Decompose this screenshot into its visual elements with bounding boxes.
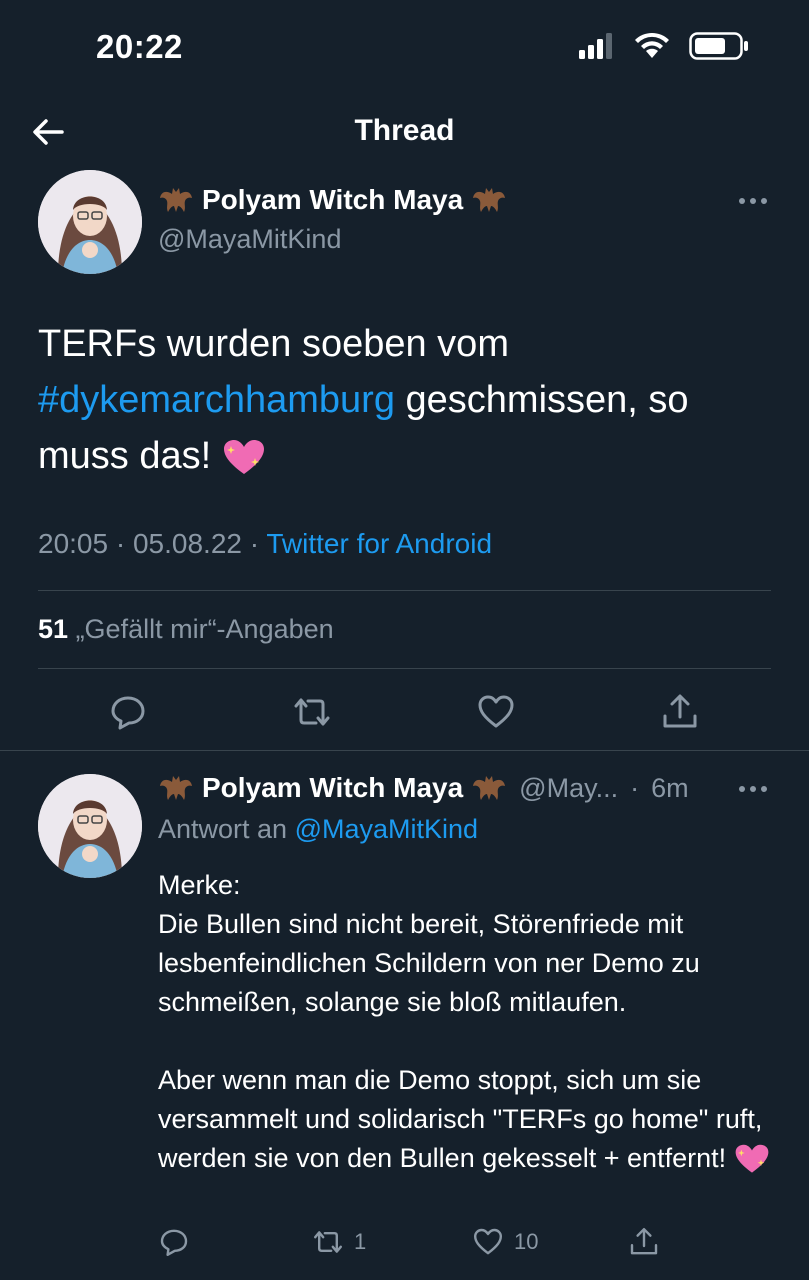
reply-time: 6m (651, 772, 689, 803)
meta-separator: · (249, 528, 260, 559)
avatar[interactable] (38, 170, 142, 274)
tweet-meta: 20:05 · 05.08.22 · Twitter for Android (38, 528, 492, 560)
sparkling-heart-emoji (735, 1145, 768, 1173)
likes-count: 51 (38, 614, 69, 644)
reply-author-row[interactable]: Polyam Witch Maya @May... · 6m (158, 770, 689, 806)
twitter-thread-screen: 20:22 Thread Polyam Witch Maya @MayaMitK… (0, 0, 809, 1280)
wifi-icon (635, 32, 669, 58)
tweet-text-part1: TERFs wurden soeben vom (38, 323, 509, 365)
heart-icon (474, 1228, 502, 1255)
share-icon (630, 1228, 658, 1255)
reply-icon (160, 1229, 188, 1256)
battery-icon (689, 32, 748, 60)
reply-action-bar: 1 10 (0, 1226, 809, 1266)
likes-label: „Gefällt mir“-Angaben (75, 614, 334, 644)
author-handle[interactable]: @MayaMitKind (158, 224, 341, 255)
divider (0, 750, 809, 751)
reply-to-label: Antwort an (158, 814, 288, 844)
more-options-icon[interactable] (737, 196, 769, 206)
signal-icon (579, 33, 612, 59)
reply-handle: @May... (519, 772, 619, 803)
tweet-time: 20:05 (38, 528, 109, 559)
reply-share-button[interactable] (628, 1226, 660, 1258)
bat-emoji (160, 188, 192, 212)
status-time: 20:22 (96, 28, 183, 65)
retweet-icon (314, 1231, 342, 1253)
like-count: 10 (514, 1229, 539, 1254)
reply-separator: · (630, 772, 640, 803)
likes-summary[interactable]: 51 „Gefällt mir“-Angaben (38, 614, 334, 645)
hashtag-link[interactable]: #dykemarchhamburg (38, 379, 395, 421)
meta-separator: · (115, 528, 126, 559)
retweet-count: 1 (354, 1229, 367, 1254)
reply-to-line: Antwort an @MayaMitKind (158, 814, 478, 845)
divider (38, 590, 771, 591)
reply-icon[interactable] (108, 692, 148, 732)
reply-retweet-button[interactable]: 1 (312, 1226, 366, 1258)
author-name: Polyam Witch Maya (202, 184, 464, 215)
reply-like-button[interactable]: 10 (472, 1226, 538, 1258)
bat-emoji (160, 776, 192, 800)
reply-reply-button[interactable] (158, 1226, 190, 1258)
sparkling-heart-emoji (223, 439, 264, 474)
tweet-text: TERFs wurden soeben vom #dykemarchhambur… (38, 316, 778, 484)
author-name-row[interactable]: Polyam Witch Maya (158, 182, 507, 218)
reply-author-name: Polyam Witch Maya (202, 772, 464, 803)
reply-to-mention[interactable]: @MayaMitKind (295, 814, 478, 844)
page-title: Thread (354, 114, 455, 147)
tweet-date: 05.08.22 (132, 528, 242, 559)
tweet-source-link[interactable]: Twitter for Android (266, 528, 492, 559)
more-options-icon[interactable] (737, 784, 769, 794)
bat-emoji (473, 776, 506, 800)
status-icons (579, 32, 749, 60)
avatar[interactable] (38, 774, 142, 878)
divider (38, 668, 771, 669)
bat-emoji (473, 188, 506, 212)
heart-icon[interactable] (476, 692, 516, 732)
reply-text: Merke: Die Bullen sind nicht bereit, Stö… (158, 866, 778, 1178)
retweet-icon[interactable] (292, 692, 332, 732)
reply-body: Merke: Die Bullen sind nicht bereit, Stö… (158, 870, 763, 1173)
share-icon[interactable] (660, 692, 700, 732)
